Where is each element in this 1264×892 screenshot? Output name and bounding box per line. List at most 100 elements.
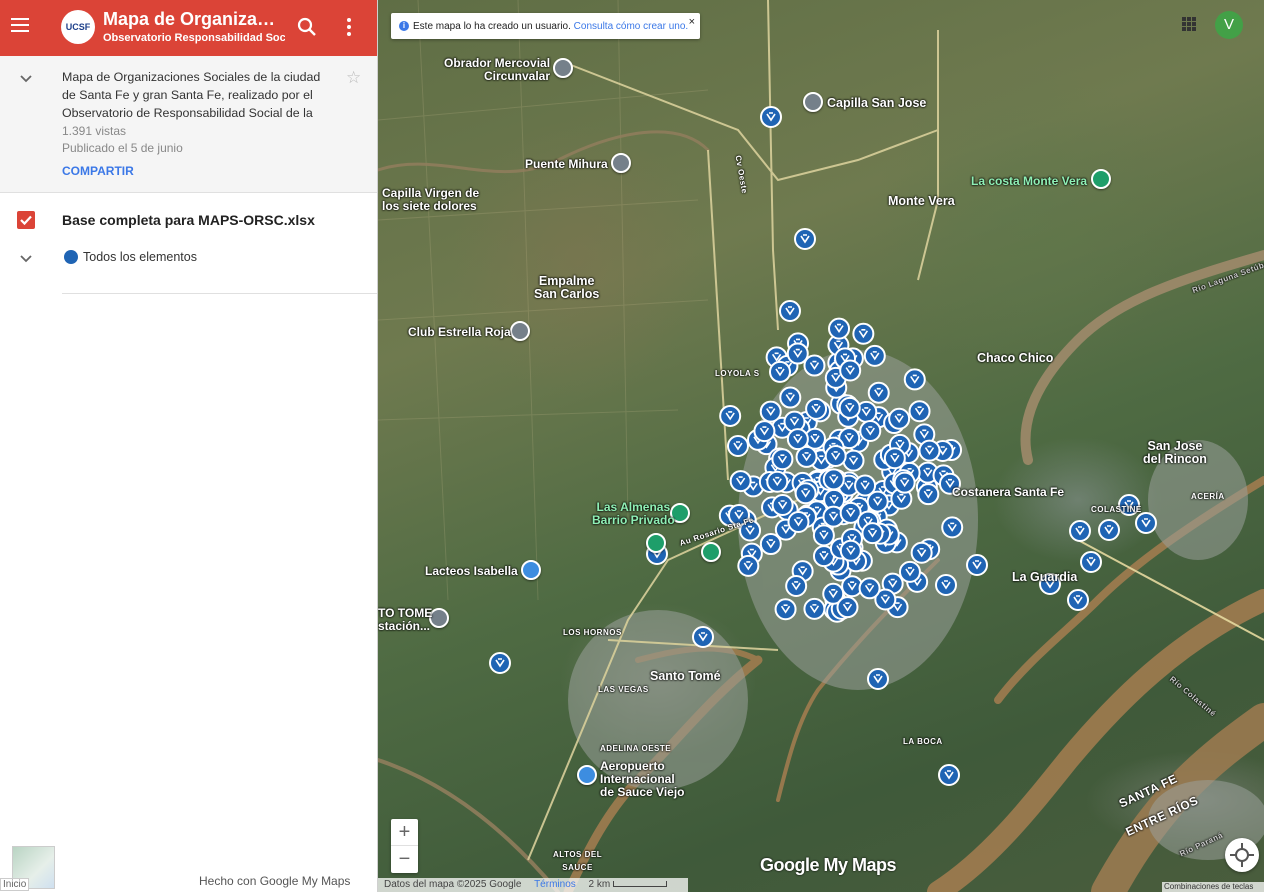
organization-marker-icon[interactable] <box>786 342 809 365</box>
organization-marker-icon[interactable] <box>828 317 851 340</box>
organization-marker-icon[interactable] <box>737 554 760 577</box>
close-icon[interactable]: × <box>689 16 695 28</box>
park-pin-icon[interactable] <box>701 542 721 562</box>
organization-marker-icon[interactable] <box>883 447 906 470</box>
map-label: ADELINA OESTE <box>600 744 672 753</box>
shop-pin-icon[interactable] <box>521 560 541 580</box>
organization-marker-icon[interactable] <box>910 541 933 564</box>
organization-marker-icon[interactable] <box>859 420 882 443</box>
map-label: Las Almenas Barrio Privado <box>592 500 675 527</box>
terms-link[interactable]: Términos <box>534 879 576 890</box>
organization-marker-icon[interactable] <box>842 449 865 472</box>
organization-marker-icon[interactable] <box>1080 551 1102 573</box>
organization-marker-icon[interactable] <box>824 444 847 467</box>
organization-marker-icon[interactable] <box>918 439 941 462</box>
organization-marker-icon[interactable] <box>941 516 964 539</box>
organization-marker-icon[interactable] <box>966 554 988 576</box>
map-label: La costa Monte Vera <box>971 174 1088 188</box>
organization-marker-icon[interactable] <box>917 483 940 506</box>
organization-marker-icon[interactable] <box>794 228 816 250</box>
organization-marker-icon[interactable] <box>753 420 776 443</box>
map-label: COLASTINE <box>1091 505 1142 514</box>
park-pin-icon[interactable] <box>646 533 666 553</box>
layer-checkbox[interactable] <box>17 211 35 229</box>
more-options-icon[interactable] <box>340 16 358 38</box>
organization-marker-icon[interactable] <box>812 524 835 547</box>
organization-marker-icon[interactable] <box>888 407 911 430</box>
organization-marker-icon[interactable] <box>727 435 749 457</box>
home-link[interactable]: Inicio <box>0 878 30 891</box>
organization-marker-icon[interactable] <box>489 652 511 674</box>
organization-marker-icon[interactable] <box>760 106 782 128</box>
organization-marker-icon[interactable] <box>783 410 806 433</box>
account-avatar[interactable]: V <box>1215 11 1243 39</box>
organization-marker-icon[interactable] <box>771 448 794 471</box>
organization-marker-icon[interactable] <box>1098 519 1120 541</box>
keyboard-shortcuts-link[interactable]: Combinaciones de teclas <box>1162 882 1264 892</box>
organization-marker-icon[interactable] <box>785 574 808 597</box>
organization-marker-icon[interactable] <box>908 400 931 423</box>
chevron-down-icon[interactable] <box>18 70 34 86</box>
organization-marker-icon[interactable] <box>867 381 890 404</box>
organization-marker-icon[interactable] <box>861 522 884 545</box>
organization-marker-icon[interactable] <box>839 539 862 562</box>
map-canvas[interactable]: Obrador Mercovial Circunvalar Capilla Sa… <box>378 0 1264 892</box>
organization-marker-icon[interactable] <box>1135 512 1157 534</box>
made-with-label: Hecho con Google My Maps <box>199 874 351 888</box>
organization-marker-icon[interactable] <box>766 470 789 493</box>
organization-marker-icon[interactable] <box>893 471 916 494</box>
map-label: ACERÍA <box>1191 492 1225 501</box>
organization-marker-icon[interactable] <box>771 494 794 517</box>
organization-marker-icon[interactable] <box>903 368 926 391</box>
map-label: Santo Tomé <box>650 669 721 683</box>
organization-marker-icon[interactable] <box>839 359 862 382</box>
bridge-pin-icon[interactable] <box>611 153 631 173</box>
organization-marker-icon[interactable] <box>1069 520 1091 542</box>
organization-marker-icon[interactable] <box>822 468 845 491</box>
share-button[interactable]: COMPARTIR <box>62 164 134 178</box>
map-label: Lacteos Isabella <box>425 564 518 578</box>
organization-marker-icon[interactable] <box>1067 589 1089 611</box>
apps-grid-icon[interactable] <box>1182 17 1198 33</box>
organization-marker-icon[interactable] <box>692 626 714 648</box>
organization-marker-icon[interactable] <box>938 764 960 786</box>
organization-marker-icon[interactable] <box>719 404 742 427</box>
organization-marker-icon[interactable] <box>836 596 859 619</box>
learn-more-link[interactable]: Consulta cómo crear uno. <box>574 21 689 32</box>
sports-pin-icon[interactable] <box>510 321 530 341</box>
park-pin-icon[interactable] <box>1091 169 1111 189</box>
organization-marker-icon[interactable] <box>774 598 797 621</box>
view-count: 1.391 vistas <box>62 124 127 138</box>
search-icon[interactable] <box>296 16 318 38</box>
hamburger-menu-icon[interactable] <box>8 14 32 38</box>
layer-name[interactable]: Base completa para MAPS-ORSC.xlsx <box>62 212 315 228</box>
publish-date: Publicado el 5 de junio <box>62 141 183 155</box>
all-items-label[interactable]: Todos los elementos <box>83 250 197 264</box>
zoom-out-button[interactable]: − <box>391 846 418 873</box>
organization-marker-icon[interactable] <box>858 577 881 600</box>
organization-marker-icon[interactable] <box>935 574 957 596</box>
church-pin-icon[interactable] <box>803 92 823 112</box>
organization-marker-icon[interactable] <box>803 597 826 620</box>
organization-marker-icon[interactable] <box>768 360 791 383</box>
organization-marker-icon[interactable] <box>852 322 875 345</box>
organization-marker-icon[interactable] <box>729 470 752 493</box>
poi-pin-icon[interactable] <box>553 58 573 78</box>
organization-marker-icon[interactable] <box>863 344 886 367</box>
organization-marker-icon[interactable] <box>794 482 817 505</box>
organization-marker-icon[interactable] <box>779 386 802 409</box>
airport-pin-icon[interactable] <box>577 765 597 785</box>
organization-marker-icon[interactable] <box>898 560 921 583</box>
organization-marker-icon[interactable] <box>854 474 877 497</box>
star-icon[interactable]: ☆ <box>346 68 361 88</box>
zoom-in-button[interactable]: + <box>391 819 418 846</box>
organization-marker-icon[interactable] <box>867 668 889 690</box>
organization-marker-icon[interactable] <box>779 300 801 322</box>
organization-marker-icon[interactable] <box>805 397 828 420</box>
organization-marker-icon[interactable] <box>787 511 810 534</box>
organization-marker-icon[interactable] <box>838 396 861 419</box>
my-location-icon[interactable] <box>1225 838 1259 872</box>
chevron-down-icon[interactable] <box>18 250 34 266</box>
organization-marker-icon[interactable] <box>759 400 782 423</box>
organization-marker-icon[interactable] <box>786 428 809 451</box>
